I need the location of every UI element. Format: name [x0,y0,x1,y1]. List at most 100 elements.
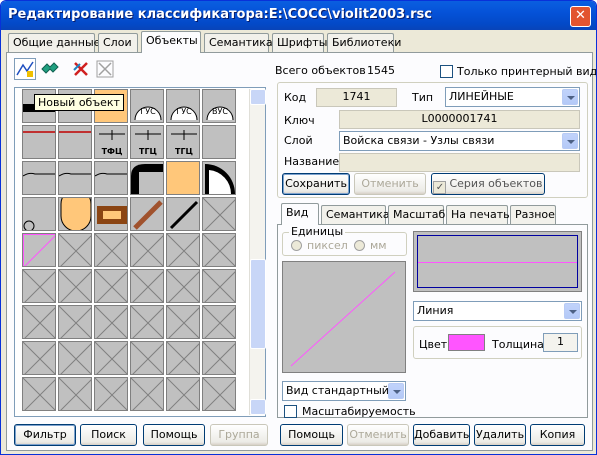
help-button-right[interactable]: Помощь [280,424,343,446]
grid-scrollbar[interactable] [249,89,266,415]
tab-semantics[interactable]: Семантика [204,33,273,53]
svg-text:ВУС: ВУС [212,107,228,116]
sym-empty[interactable] [22,377,56,411]
sym-black-arc[interactable] [202,161,236,195]
sym-black-corner[interactable] [130,161,164,195]
sym-curve-3[interactable] [94,161,128,195]
sym-empty[interactable] [58,269,92,303]
object-grid[interactable]: ГУС ГУС ВУС ТФЦ ТГЦ ТГЦ [22,89,242,415]
view-tab-misc[interactable]: Разное [510,205,556,225]
name-field [339,153,580,172]
sym-empty[interactable] [202,197,236,231]
sym-empty[interactable] [94,377,128,411]
layer-dropdown-arrow-icon[interactable] [562,133,578,149]
sym-empty[interactable] [22,269,56,303]
view-tab-view[interactable]: Вид [281,203,319,225]
save-button[interactable]: Сохранить [282,173,350,195]
sym-curve-2[interactable] [58,161,92,195]
sym-empty[interactable] [130,269,164,303]
sym-empty[interactable] [94,341,128,375]
sym-vus[interactable]: ВУС [202,89,236,123]
close-button[interactable]: ✕ [570,6,591,27]
color-swatch[interactable] [448,334,485,351]
sym-empty[interactable] [130,233,164,267]
sym-selected-pink-line[interactable] [22,233,56,267]
svg-text:ГУС: ГУС [140,107,156,116]
new-object-tool-icon[interactable] [14,58,36,80]
sym-empty[interactable] [130,341,164,375]
view-tab-scale[interactable]: Масштаб [388,205,445,225]
sym-empty[interactable] [94,305,128,339]
sym-empty[interactable] [58,233,92,267]
scalable-checkbox[interactable] [284,405,297,418]
thickness-field[interactable]: 1 [543,333,578,352]
svg-text:ТГЦ: ТГЦ [139,147,157,156]
view-style-combo[interactable]: Вид стандартный [282,381,406,401]
layer-combo[interactable]: Войска связи - Узлы связи [339,131,580,151]
sym-black-diagonal[interactable] [166,197,200,231]
sym-tfc[interactable]: ТФЦ [94,125,128,159]
sym-gus-2[interactable]: ГУС [166,89,200,123]
element-type-dropdown-arrow-icon[interactable] [564,303,580,319]
tab-objects[interactable]: Объекты [141,31,201,53]
sym-small-circle[interactable] [22,197,56,231]
tab-fonts[interactable]: Шрифты [272,33,327,53]
sym-empty[interactable] [58,377,92,411]
sym-empty[interactable] [166,377,200,411]
sym-curve-1[interactable] [22,161,56,195]
delete-button[interactable]: Удалить [474,424,526,446]
sym-empty[interactable] [166,305,200,339]
view-style-dropdown-arrow-icon[interactable] [388,383,404,399]
sym-brown-rect[interactable] [94,197,128,231]
filter-button[interactable]: Фильтр [14,424,76,446]
sym-red-line[interactable] [22,125,56,159]
sym-empty[interactable] [166,341,200,375]
sym-empty[interactable] [130,305,164,339]
sym-red-line-2[interactable] [58,125,92,159]
printer-only-checkbox[interactable] [440,65,453,78]
object-series-button[interactable]: ✓ Серия объектов [431,173,545,195]
sym-empty[interactable] [202,233,236,267]
view-tab-semantics[interactable]: Семантика [321,205,390,225]
search-button[interactable]: Поиск [80,424,137,446]
sym-brown-diagonal[interactable] [130,197,164,231]
sym-orange-2[interactable] [166,161,200,195]
sym-empty[interactable] [58,305,92,339]
sym-empty[interactable] [202,305,236,339]
sym-empty[interactable] [94,269,128,303]
sym-empty[interactable] [22,341,56,375]
sym-empty[interactable] [130,377,164,411]
svg-text:ТГЦ: ТГЦ [175,147,193,156]
sym-tgc-2[interactable]: ТГЦ [166,125,200,159]
sym-empty[interactable] [166,269,200,303]
line-preview-stroke [418,262,577,263]
sym-gus-1[interactable]: ГУС [130,89,164,123]
sym-empty[interactable] [202,269,236,303]
add-button[interactable]: Добавить [413,424,470,446]
clear-tool-icon[interactable] [94,58,116,80]
scroll-up-arrow-icon[interactable] [250,89,266,105]
sym-empty[interactable] [22,305,56,339]
help-button-left[interactable]: Помощь [143,424,205,446]
type-dropdown-arrow-icon[interactable] [562,89,578,105]
scroll-thumb[interactable] [250,259,266,349]
sym-blank-2[interactable] [202,125,236,159]
delete-object-tool-icon[interactable] [70,58,92,80]
copy-button[interactable]: Копия [530,424,585,446]
title-bar[interactable]: Редактирование классификатора:E:\COCC\vi… [1,1,596,30]
sym-empty[interactable] [166,233,200,267]
tab-layers[interactable]: Слои [98,33,138,53]
sym-orange-semicircle[interactable] [58,197,92,231]
view-tab-print[interactable]: На печать [446,205,510,225]
tab-libraries[interactable]: Библиотеки [327,33,401,53]
tab-general[interactable]: Общие данные [8,33,100,53]
sym-empty[interactable] [202,341,236,375]
sym-empty[interactable] [202,377,236,411]
edit-objects-tool-icon[interactable] [39,58,61,80]
sym-empty[interactable] [94,233,128,267]
scroll-down-arrow-icon[interactable] [250,399,266,415]
sym-empty[interactable] [58,341,92,375]
type-combo[interactable]: ЛИНЕЙНЫЕ [445,87,580,107]
element-type-combo[interactable]: Линия [413,301,582,321]
sym-tgc-1[interactable]: ТГЦ [130,125,164,159]
